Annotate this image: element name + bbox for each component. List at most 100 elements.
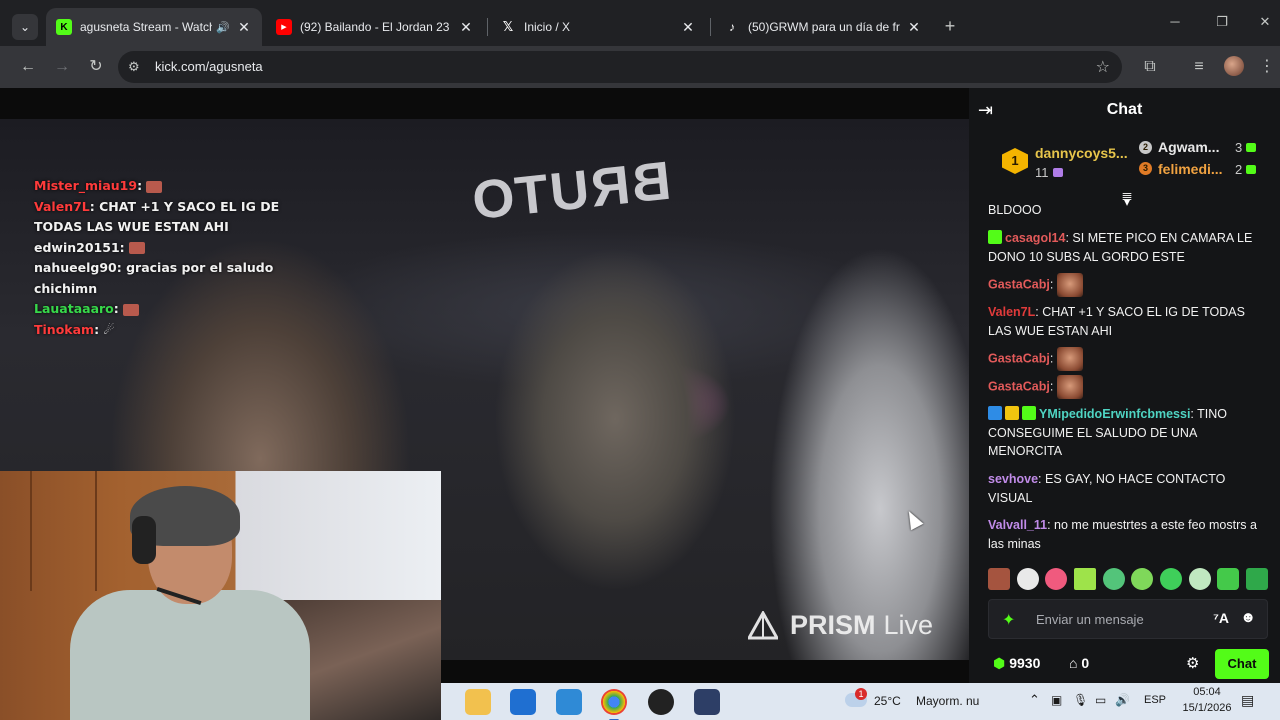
speaker-icon[interactable]: 🔊 [216,21,230,34]
x-icon: 𝕏 [502,19,514,34]
headset-icon [132,516,156,564]
reload-icon[interactable]: ↻ [83,54,109,80]
points-icon: ⬢ [993,655,1006,671]
show-hidden-icons-icon[interactable]: ⌃ [1029,692,1040,708]
emote-cup-icon[interactable] [1217,568,1240,590]
temperature[interactable]: 25°C [874,694,901,708]
prism-brand-text: PRISM [790,610,876,640]
youtube-icon: ▶ [276,19,292,35]
notifications-icon[interactable]: ▤ [1241,692,1254,709]
chat-settings-icon[interactable]: ⚙ [1186,654,1199,672]
close-tab-icon[interactable]: ✕ [906,19,922,36]
emote-duck-icon[interactable] [1016,568,1039,590]
rank-1-medal-icon: 1 [1002,148,1028,174]
tab-youtube[interactable]: ▶ (92) Bailando - El Jordan 23 / Stratus… [266,8,484,46]
chat-username[interactable]: Valvall_11 [988,518,1047,532]
weather-badge: 1 [855,688,867,700]
weather-description[interactable]: Mayorm. nublado [916,694,979,708]
store-button[interactable]: ⌂ 0 [1069,655,1089,671]
emote-box-icon[interactable] [1245,568,1268,590]
obs-icon[interactable] [648,689,674,715]
quick-emote-bar [988,568,1268,594]
microphone-icon[interactable]: 🎙 [1073,693,1088,707]
chat-footer: ⬢ 9930 ⌂ 0 ⚙ Chat [969,645,1280,681]
chat-message: YMipedidoErwinfcbmessi: TINO CONSEGUIME … [988,406,1228,458]
subscriber-badge-icon [988,230,1002,244]
clock-time[interactable]: 05:04 [1182,686,1232,698]
media-control-icon[interactable]: ≡ [1186,54,1212,80]
emote-icon [1056,375,1083,399]
tab-title: Inicio / X [524,20,571,34]
translate-icon[interactable]: ⁷A [1213,610,1229,626]
close-window-icon[interactable]: ✕ [1250,14,1280,30]
tab-separator [710,18,711,36]
minimize-icon[interactable]: ─ [1160,14,1190,29]
tab-kick-stream[interactable]: K agusneta Stream - Watch Live on Kick 🔊… [46,8,262,46]
chat-username[interactable]: GastaCabj [988,351,1050,365]
back-icon[interactable]: ← [15,54,41,80]
leaderboard-count-value: 2 [1235,162,1243,177]
emote-skull-icon[interactable] [1188,568,1211,590]
chat-username[interactable]: casagol14 [1005,231,1065,245]
menu-kebab-icon[interactable]: ⋮ [1254,54,1280,80]
microsoft-store-icon[interactable] [510,689,536,715]
outlook-icon[interactable] [556,689,582,715]
address-bar[interactable]: ⚙ kick.com/agusneta ☆ [118,51,1122,83]
chat-username[interactable]: YMipedidoErwinfcbmessi [1039,407,1190,421]
chrome-taskbar-icon[interactable] [601,689,627,720]
forward-icon[interactable]: → [49,54,75,80]
emote-face-icon[interactable] [988,568,1010,590]
sparkle-icon[interactable]: ✦ [1002,610,1015,630]
tab-separator [487,18,488,36]
volume-icon[interactable]: 🔊 [1115,693,1130,707]
leaderboard-name[interactable]: dannycoys5... [1035,145,1128,161]
close-tab-icon[interactable]: ✕ [680,19,696,36]
close-tab-icon[interactable]: ✕ [458,19,474,36]
store-count: 0 [1081,655,1090,671]
webcam-door-line [95,471,97,591]
overlay-chat-line: Mister_miau19: [34,176,294,197]
prism-live-text: Live [883,610,934,640]
browser-toolbar: ← → ↻ ⚙ kick.com/agusneta ☆ ⧉ ≡ ⋮ [0,46,1280,88]
leaderboard-name[interactable]: felimedi... [1158,161,1223,177]
tab-search-button[interactable]: ⌄ [12,14,38,40]
chat-username[interactable]: GastaCabj [988,379,1050,393]
channel-points[interactable]: ⬢ 9930 [993,655,1040,672]
emoji-picker-icon[interactable]: ☻ [1240,609,1256,626]
emote-smile-icon[interactable] [1159,568,1182,590]
chat-title: Chat [1106,101,1143,118]
chat-username[interactable]: Valen7L [988,305,1035,319]
leaderboard-name[interactable]: Agwam... [1158,139,1219,155]
file-explorer-icon[interactable] [465,689,491,715]
clock-date[interactable]: 15/1/2026 [1182,702,1232,714]
restore-icon[interactable]: ❐ [1207,14,1237,30]
overlay-username: nahueelg90 [34,260,117,275]
chat-message: GastaCabj: [988,273,1263,297]
gift-leaderboard: 1 dannycoys5... 11 2 Agwam... 3 3 felime… [969,132,1280,192]
chat-username[interactable]: GastaCabj [988,277,1050,291]
profile-avatar[interactable] [1224,56,1244,76]
extensions-icon[interactable]: ⧉ [1137,54,1163,80]
gift-icon [1246,165,1257,174]
emote-frog-icon[interactable] [1131,568,1154,590]
emote-pink-icon[interactable] [1045,568,1068,590]
new-tab-button[interactable]: + [940,16,960,37]
bookmark-star-icon[interactable]: ☆ [1096,57,1110,77]
send-chat-button[interactable]: Chat [1215,649,1269,679]
chat-username[interactable]: sevhove [988,472,1038,486]
leaderboard-count-value: 11 [1035,165,1049,180]
chat-message: GastaCabj: [988,375,1263,399]
site-info-icon[interactable]: ⚙ [128,59,140,75]
tab-x[interactable]: 𝕏 Inicio / X ✕ [490,8,706,46]
app-icon[interactable] [694,689,720,715]
close-tab-icon[interactable]: ✕ [236,19,252,36]
url-text[interactable]: kick.com/agusneta [155,59,263,74]
tray-app-icon[interactable]: ▣ [1051,693,1062,707]
chat-message-input[interactable]: ✦ Enviar un mensaje ⁷A ☻ [988,599,1268,639]
tiktok-icon: ♪ [729,20,735,34]
tab-tiktok[interactable]: ♪ (50)GRWM para un día de frío > TikTok … [714,8,932,46]
language-indicator[interactable]: ESP [1144,694,1166,706]
emote-green-face-icon[interactable] [1102,568,1125,590]
emote-bars-icon[interactable] [1073,568,1096,590]
network-icon[interactable]: ▭ [1095,693,1106,707]
